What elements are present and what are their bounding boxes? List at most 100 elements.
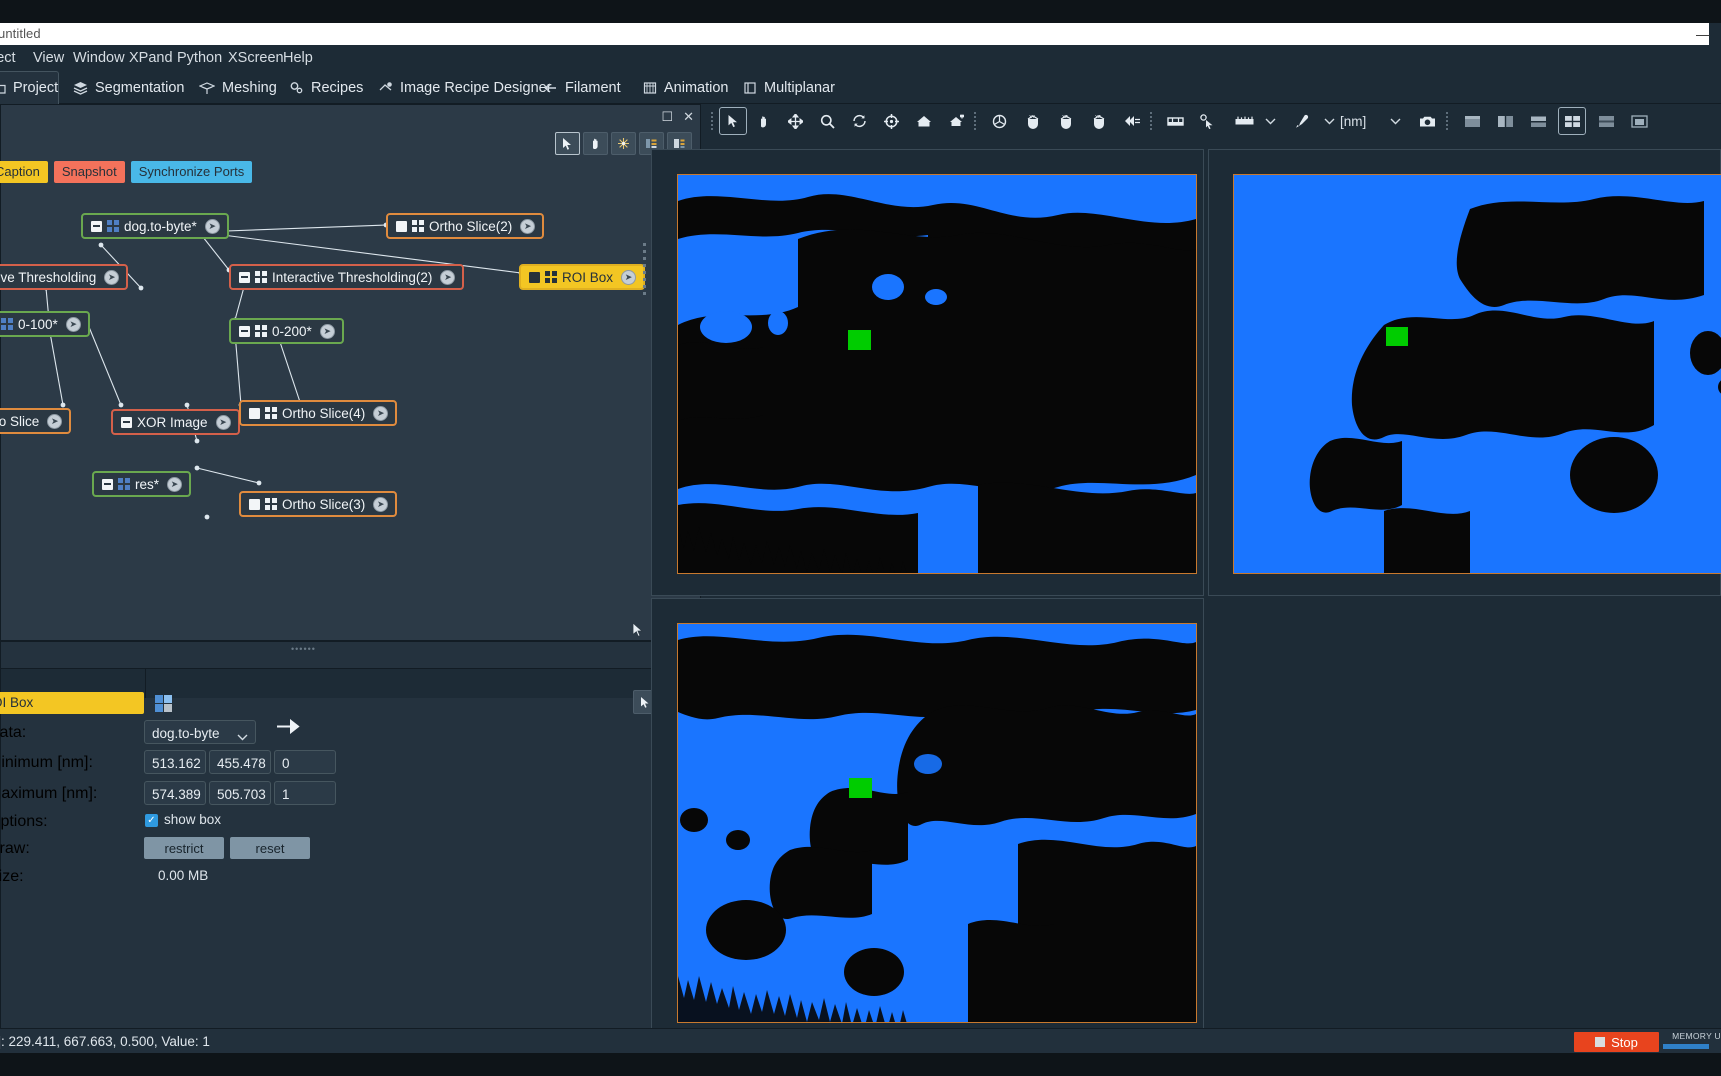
- node-ortho-slice[interactable]: rtho Slice ➤: [0, 408, 72, 434]
- image-recipe-icon: [378, 81, 393, 95]
- minimum-x-input[interactable]: 513.162: [144, 750, 206, 774]
- document-title-field[interactable]: untitled: [0, 23, 1709, 45]
- node-interactive-thresholding[interactable]: ctive Thresholding ➤: [0, 264, 129, 290]
- maximum-x-input[interactable]: 574.389: [144, 781, 206, 805]
- ortho-slice-view-yz[interactable]: [651, 598, 1204, 1045]
- xz-view-icon[interactable]: XZ: [1052, 107, 1080, 135]
- collapse-icon[interactable]: [102, 478, 113, 490]
- node-0-100[interactable]: 0-100* ➤: [0, 311, 90, 337]
- ortho-slice-view-xy[interactable]: [651, 149, 1204, 596]
- ribbon-tab-bar: Project Segmentation Meshing Recipes Ima: [0, 71, 1721, 104]
- layout-two-columns-icon[interactable]: [1491, 107, 1519, 135]
- select-arrow-icon[interactable]: [719, 107, 747, 135]
- ortho-slice-view-xz[interactable]: [1208, 149, 1721, 596]
- slice-image-yz[interactable]: [677, 623, 1197, 1023]
- node-ortho-slice-3[interactable]: Ortho Slice(3) ➤: [239, 491, 398, 517]
- restrict-button[interactable]: restrict: [144, 837, 224, 859]
- zoom-magnifier-icon[interactable]: [813, 107, 841, 135]
- stop-square-icon: [1595, 1037, 1606, 1047]
- tab-animation[interactable]: Animation: [637, 71, 734, 104]
- grid-icon[interactable]: [153, 693, 175, 715]
- color-picker-dropdown-icon[interactable]: [1315, 107, 1343, 135]
- layout-two-rows-icon[interactable]: [1524, 107, 1552, 135]
- node-port-button[interactable]: ➤: [167, 476, 183, 492]
- menu-item-xpand[interactable]: XPand: [124, 49, 178, 67]
- rotate-refresh-icon[interactable]: [845, 107, 873, 135]
- menu-item-help[interactable]: Help: [278, 49, 318, 67]
- node-interactive-thresholding-2[interactable]: Interactive Thresholding(2) ➤: [229, 264, 465, 290]
- module-name-field[interactable]: OI Box: [0, 692, 144, 714]
- show-box-checkbox[interactable]: ✓: [145, 814, 158, 827]
- tab-project[interactable]: Project: [0, 71, 59, 104]
- node-res[interactable]: res* ➤: [92, 471, 192, 497]
- tab-multiplanar[interactable]: Multiplanar: [737, 71, 841, 104]
- layout-inset-icon[interactable]: [1625, 107, 1653, 135]
- ruler-icon[interactable]: [1230, 107, 1258, 135]
- collapse-icon[interactable]: [91, 220, 102, 232]
- node-port-button[interactable]: ➤: [104, 269, 120, 285]
- menu-item-view[interactable]: View: [28, 49, 69, 67]
- node-port-button[interactable]: ➤: [520, 218, 536, 234]
- tab-recipes[interactable]: Recipes: [283, 71, 369, 104]
- node-ortho-slice-4[interactable]: Ortho Slice(4) ➤: [239, 400, 398, 426]
- home-view-icon[interactable]: [910, 107, 938, 135]
- background-icon[interactable]: [1161, 107, 1189, 135]
- tab-segmentation[interactable]: Segmentation: [67, 71, 190, 104]
- color-picker-icon[interactable]: [1288, 107, 1316, 135]
- arrow-right-icon[interactable]: [277, 718, 301, 739]
- align-left-icon[interactable]: [1118, 107, 1146, 135]
- xy-view-icon[interactable]: XY: [1019, 107, 1047, 135]
- reset-button[interactable]: reset: [230, 837, 310, 859]
- panel-resize-grip[interactable]: ••••••: [291, 644, 319, 654]
- node-roi-box[interactable]: ROI Box ➤: [519, 264, 646, 290]
- unit-dropdown-icon[interactable]: [1381, 107, 1409, 135]
- node-port-button[interactable]: ➤: [215, 414, 231, 430]
- node-port-button[interactable]: ➤: [373, 496, 389, 512]
- move-icon[interactable]: [781, 107, 809, 135]
- minimum-z-input[interactable]: 0: [274, 750, 336, 774]
- collapse-icon[interactable]: [239, 271, 250, 283]
- node-xor-image[interactable]: XOR Image ➤: [111, 409, 240, 435]
- set-home-view-icon[interactable]: [943, 107, 971, 135]
- layout-quad-icon[interactable]: [1558, 107, 1586, 135]
- menu-item-python[interactable]: Python: [172, 49, 227, 67]
- slice-image-xz[interactable]: [1233, 174, 1721, 574]
- node-port-button[interactable]: ➤: [621, 269, 637, 285]
- tab-meshing[interactable]: Meshing: [193, 71, 283, 104]
- collapse-icon[interactable]: [121, 416, 132, 428]
- pick-point-icon[interactable]: [1193, 107, 1221, 135]
- minimize-button[interactable]: —: [1695, 24, 1711, 42]
- node-ortho-slice-2[interactable]: Ortho Slice(2) ➤: [386, 213, 545, 239]
- ortho-cube-icon[interactable]: [985, 107, 1013, 135]
- target-crosshair-icon[interactable]: [877, 107, 905, 135]
- empty-view[interactable]: [1208, 598, 1721, 1045]
- node-dog-to-byte[interactable]: dog.to-byte* ➤: [81, 213, 229, 239]
- node-port-button[interactable]: ➤: [47, 413, 63, 429]
- ruler-dropdown-icon[interactable]: [1256, 107, 1284, 135]
- square-icon: [249, 498, 260, 510]
- menu-item-project[interactable]: ject: [0, 49, 21, 67]
- layout-single-icon[interactable]: [1458, 107, 1486, 135]
- camera-snapshot-icon[interactable]: [1413, 107, 1441, 135]
- node-port-button[interactable]: ➤: [440, 269, 456, 285]
- minimum-y-input[interactable]: 455.478: [209, 750, 271, 774]
- node-0-200[interactable]: 0-200* ➤: [229, 318, 344, 344]
- layout-stacked-icon[interactable]: [1592, 107, 1620, 135]
- menu-bar: ject View Window XPand Python XScreen He…: [0, 45, 1721, 71]
- node-port-button[interactable]: ➤: [65, 316, 81, 332]
- collapse-icon[interactable]: [239, 325, 250, 337]
- yz-view-icon[interactable]: YZ: [1085, 107, 1113, 135]
- viewer-splitter[interactable]: [643, 243, 646, 783]
- node-port-button[interactable]: ➤: [204, 218, 220, 234]
- slice-image-xy[interactable]: [677, 174, 1197, 574]
- tab-image-recipe-designer[interactable]: Image Recipe Designer: [372, 71, 558, 104]
- data-select[interactable]: dog.to-byte: [144, 720, 256, 744]
- stop-button[interactable]: Stop: [1574, 1032, 1659, 1052]
- node-port-button[interactable]: ➤: [319, 323, 335, 339]
- menu-item-window[interactable]: Window: [68, 49, 130, 67]
- maximum-y-input[interactable]: 505.703: [209, 781, 271, 805]
- hand-pan-icon[interactable]: [750, 107, 778, 135]
- maximum-z-input[interactable]: 1: [274, 781, 336, 805]
- tab-filament[interactable]: Filament: [537, 71, 627, 104]
- node-port-button[interactable]: ➤: [373, 405, 389, 421]
